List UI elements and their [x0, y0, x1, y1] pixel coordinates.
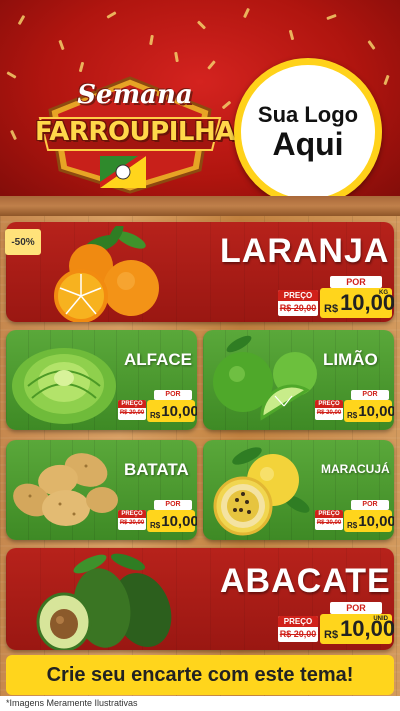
- new-price-box: R$ 10,00: [147, 510, 197, 532]
- new-price-box: R$ 10,00 UNID: [320, 614, 394, 644]
- price-tag-batata: POR PREÇO R$ 20,00 R$ 10,00: [118, 500, 197, 536]
- old-price: R$ 20,00: [316, 520, 342, 526]
- preco-label: PREÇO: [278, 616, 318, 627]
- product-card-alface[interactable]: ALFACE POR PREÇO R$ 20,00 R$ 10,00: [6, 330, 197, 430]
- old-price-box: PREÇO R$ 20,00: [278, 616, 318, 642]
- preco-label: PREÇO: [315, 400, 343, 408]
- product-card-maracuja[interactable]: MARACUJÁ POR PREÇO R$ 20,00 R$ 10,00: [203, 440, 394, 540]
- product-name-alface: ALFACE: [124, 350, 192, 369]
- old-price-box: PREÇO R$ 20,00: [118, 400, 146, 420]
- product-card-abacate[interactable]: ABACATE POR PREÇO R$ 20,00 R$ 10,00 UNID: [6, 548, 394, 650]
- preco-label: PREÇO: [278, 290, 318, 301]
- new-price-box: R$ 10,00: [344, 510, 394, 532]
- por-label: POR: [351, 390, 389, 400]
- lettuce-icon: [12, 348, 116, 424]
- rs-flag-icon: [100, 156, 146, 188]
- por-label: POR: [154, 390, 192, 400]
- preco-label: PREÇO: [315, 510, 343, 518]
- price-tag-maracuja: POR PREÇO R$ 20,00 R$ 10,00: [315, 500, 394, 536]
- product-card-laranja[interactable]: LARANJA POR PREÇO R$ 20,00 R$ 10,00 KG: [6, 222, 394, 322]
- product-name-batata: BATATA: [124, 460, 189, 479]
- new-price-box: R$ 10,00: [147, 400, 197, 422]
- title-line2: FARROUPILHA: [35, 117, 235, 147]
- title-line1: Semana: [77, 80, 193, 110]
- lime-icon: [213, 335, 317, 421]
- old-price-box: PREÇO R$ 20,00: [118, 510, 146, 530]
- old-price-box: PREÇO R$ 20,00: [315, 510, 343, 530]
- por-label: POR: [351, 500, 389, 510]
- currency: R$: [347, 521, 358, 530]
- unit-label: KG: [379, 290, 388, 296]
- old-price-box: PREÇO R$ 20,00: [315, 400, 343, 420]
- wood-shelf: [0, 196, 400, 216]
- discount-badge: -50%: [5, 229, 41, 255]
- price-tag-limao: POR PREÇO R$ 20,00 R$ 10,00: [315, 390, 394, 426]
- product-card-batata[interactable]: BATATA POR PREÇO R$ 20,00 R$ 10,00: [6, 440, 197, 540]
- price-tag-laranja: POR PREÇO R$ 20,00 R$ 10,00 KG: [276, 274, 394, 320]
- avocado-icon: [36, 553, 172, 650]
- orange-icon: [54, 226, 159, 322]
- product-name-maracuja: MARACUJÁ: [321, 462, 390, 476]
- old-price: R$ 20,00: [119, 410, 145, 416]
- unit-label: UNID: [373, 616, 388, 622]
- new-price: 10,00: [358, 513, 394, 530]
- old-price: R$ 20,00: [279, 629, 317, 639]
- currency: R$: [347, 411, 358, 420]
- old-price: R$ 20,00: [279, 303, 317, 313]
- potato-icon: [13, 453, 118, 526]
- new-price-box: R$ 10,00 KG: [320, 288, 394, 318]
- new-price-box: R$ 10,00: [344, 400, 394, 422]
- por-label: POR: [330, 602, 382, 614]
- product-card-limao[interactable]: LIMÃO POR PREÇO R$ 20,00 R$ 10,00: [203, 330, 394, 430]
- footnote: *Imagens Meramente Ilustrativas: [0, 696, 400, 711]
- preco-label: PREÇO: [118, 510, 146, 518]
- logo-placeholder[interactable]: Sua Logo Aqui: [234, 58, 382, 205]
- passion-fruit-icon: [213, 447, 310, 536]
- currency: R$: [150, 521, 161, 530]
- new-price: 10,00: [358, 403, 394, 420]
- product-name-limao: LIMÃO: [323, 350, 378, 369]
- logo-line1: Sua Logo: [257, 102, 359, 128]
- currency: R$: [150, 411, 161, 420]
- cta-banner[interactable]: Crie seu encarte com este tema!: [6, 655, 394, 695]
- currency: R$: [324, 303, 339, 315]
- header: Semana FARROUPILHA Sua Logo Aqui: [0, 0, 400, 205]
- product-name-abacate: ABACATE: [220, 562, 391, 600]
- flyer-page: Semana FARROUPILHA Sua Logo Aqui -50% LA…: [0, 0, 400, 711]
- preco-label: PREÇO: [118, 400, 146, 408]
- price-tag-alface: POR PREÇO R$ 20,00 R$ 10,00: [118, 390, 197, 426]
- old-price-box: PREÇO R$ 20,00: [278, 290, 318, 316]
- logo-line2: Aqui: [272, 126, 344, 163]
- product-name-laranja: LARANJA: [220, 232, 390, 270]
- por-label: POR: [154, 500, 192, 510]
- old-price: R$ 20,00: [316, 410, 342, 416]
- old-price: R$ 20,00: [119, 520, 145, 526]
- por-label: POR: [330, 276, 382, 288]
- price-tag-abacate: POR PREÇO R$ 20,00 R$ 10,00 UNID: [276, 600, 394, 646]
- new-price: 10,00: [161, 513, 197, 530]
- new-price: 10,00: [161, 403, 197, 420]
- currency: R$: [324, 629, 339, 641]
